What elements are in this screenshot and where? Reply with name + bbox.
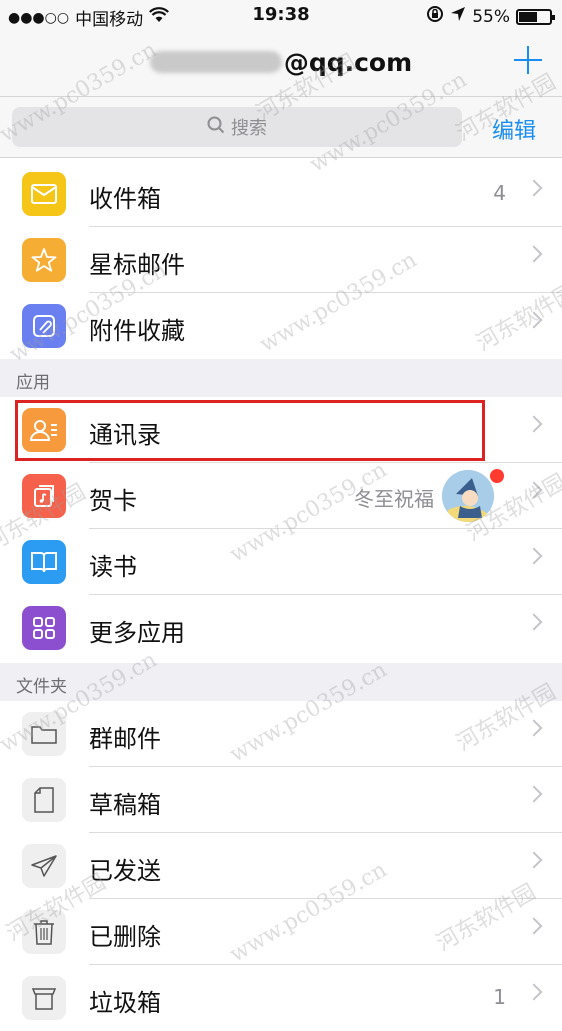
status-right: 55% (426, 5, 555, 28)
notification-badge (490, 469, 504, 483)
app-label: 贺卡 (89, 487, 137, 515)
battery-percent: 55% (472, 6, 510, 27)
redacted-username (149, 51, 282, 73)
chevron-right-icon (525, 983, 543, 1001)
mailbox-label: 星标邮件 (89, 251, 185, 279)
sent-icon (22, 844, 66, 888)
unread-count: 1 (493, 985, 506, 1009)
chevron-right-icon (525, 481, 543, 499)
folder-label: 群邮件 (89, 725, 161, 753)
chevron-right-icon (525, 613, 543, 631)
folder-sent[interactable]: 已发送 (0, 833, 562, 899)
folder-junk[interactable]: 垃圾箱 1 (0, 965, 562, 1031)
mailbox-inbox[interactable]: 收件箱 4 (0, 161, 562, 227)
mailbox-label: 收件箱 (89, 185, 161, 213)
status-bar: ●●●○○ 中国移动 19:38 55% (0, 0, 562, 32)
apps-grid-icon (22, 606, 66, 650)
account-domain: @qq.com (283, 48, 413, 77)
mailbox-list: 收件箱 4 星标邮件 附件收藏 (0, 161, 562, 359)
mailbox-attachments[interactable]: 附件收藏 (0, 293, 562, 359)
app-label: 读书 (89, 553, 137, 581)
attachment-icon (22, 304, 66, 348)
location-icon (450, 6, 466, 27)
section-header-apps: 应用 (0, 359, 562, 397)
card-hint: 冬至祝福 (354, 487, 434, 511)
rotation-lock-icon (426, 5, 444, 28)
app-greeting-card[interactable]: 贺卡 冬至祝福 (0, 463, 562, 529)
mailbox-label: 附件收藏 (89, 317, 185, 345)
search-bar: 搜索 编辑 (0, 97, 562, 158)
app-more[interactable]: 更多应用 (0, 595, 562, 661)
folder-deleted[interactable]: 已删除 (0, 899, 562, 965)
highlight-box (15, 400, 485, 461)
chevron-right-icon (525, 415, 543, 433)
chevron-right-icon (525, 851, 543, 869)
folder-label: 已发送 (89, 857, 161, 885)
folder-icon (22, 712, 66, 756)
app-label: 更多应用 (89, 619, 185, 647)
trash-icon (22, 910, 66, 954)
folder-label: 已删除 (89, 923, 161, 951)
folders-section: 文件夹 群邮件 草稿箱 已发送 已删除 垃圾箱 1 (0, 663, 562, 1031)
mailbox-starred[interactable]: 星标邮件 (0, 227, 562, 293)
chevron-right-icon (525, 719, 543, 737)
chevron-right-icon (525, 917, 543, 935)
app-reading[interactable]: 读书 (0, 529, 562, 595)
chevron-right-icon (525, 179, 543, 197)
card-icon (22, 474, 66, 518)
unread-count: 4 (493, 181, 506, 205)
account-title[interactable]: @qq.com (0, 48, 562, 77)
book-icon (22, 540, 66, 584)
navigation-bar: @qq.com (0, 32, 562, 97)
chevron-right-icon (525, 547, 543, 565)
compose-button[interactable] (514, 46, 542, 74)
inbox-icon (22, 172, 66, 216)
search-icon (207, 116, 231, 139)
search-input[interactable]: 搜索 (12, 107, 462, 147)
junk-icon (22, 976, 66, 1020)
star-icon (22, 238, 66, 282)
folder-label: 垃圾箱 (89, 989, 161, 1017)
folder-drafts[interactable]: 草稿箱 (0, 767, 562, 833)
folder-label: 草稿箱 (89, 791, 161, 819)
draft-icon (22, 778, 66, 822)
chevron-right-icon (525, 311, 543, 329)
folder-group-mail[interactable]: 群邮件 (0, 701, 562, 767)
chevron-right-icon (525, 245, 543, 263)
card-thumbnail (442, 470, 494, 522)
battery-icon (516, 8, 555, 25)
search-placeholder: 搜索 (231, 118, 267, 139)
chevron-right-icon (525, 785, 543, 803)
edit-button[interactable]: 编辑 (492, 113, 536, 145)
section-header-folders: 文件夹 (0, 663, 562, 701)
